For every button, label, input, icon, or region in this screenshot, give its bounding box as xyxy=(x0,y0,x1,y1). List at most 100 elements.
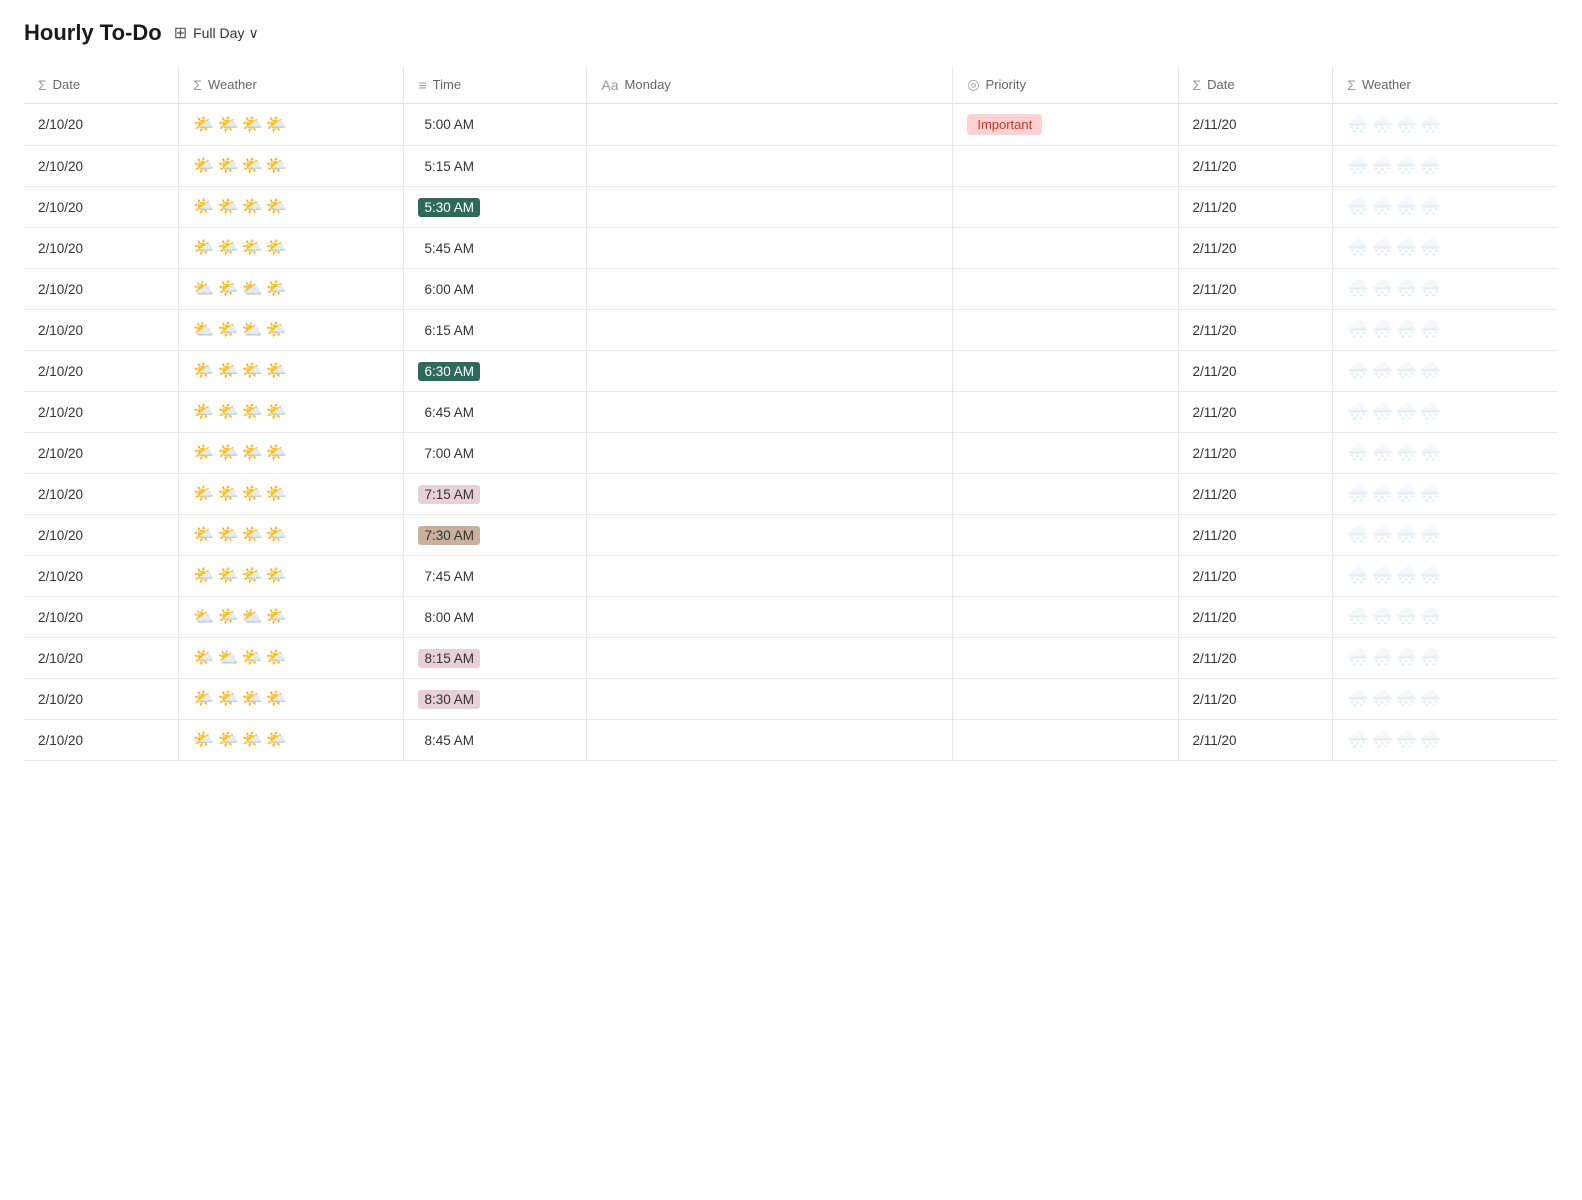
time-cell: 8:30 AM xyxy=(404,679,587,720)
weather1-cell: 🌤️🌤️🌤️🌤️ xyxy=(179,392,404,433)
monday-cell[interactable] xyxy=(587,433,953,474)
table-row[interactable]: 2/10/20⛅🌤️⛅🌤️8:00 AM2/11/20🌨️🌨️🌨️🌨️ xyxy=(24,597,1558,638)
date2-cell: 2/11/20 xyxy=(1178,187,1333,228)
date2-cell: 2/11/20 xyxy=(1178,556,1333,597)
table-row[interactable]: 2/10/20🌤️🌤️🌤️🌤️8:30 AM2/11/20🌨️🌨️🌨️🌨️ xyxy=(24,679,1558,720)
col-header-weather1[interactable]: Σ Weather xyxy=(179,66,404,104)
weather2-cell: 🌨️🌨️🌨️🌨️ xyxy=(1333,597,1558,638)
priority-cell xyxy=(953,351,1178,392)
priority-badge: Important xyxy=(967,114,1042,135)
page-title: Hourly To-Do xyxy=(24,20,162,46)
table-row[interactable]: 2/10/20🌤️🌤️🌤️🌤️7:00 AM2/11/20🌨️🌨️🌨️🌨️ xyxy=(24,433,1558,474)
table-row[interactable]: 2/10/20🌤️🌤️🌤️🌤️7:30 AM2/11/20🌨️🌨️🌨️🌨️ xyxy=(24,515,1558,556)
date1-cell: 2/10/20 xyxy=(24,146,179,187)
weather2-cell: 🌨️🌨️🌨️🌨️ xyxy=(1333,187,1558,228)
weather1-cell: 🌤️🌤️🌤️🌤️ xyxy=(179,474,404,515)
monday-cell[interactable] xyxy=(587,597,953,638)
view-controls: ⊞ Full Day ∨ xyxy=(174,23,259,43)
table-row[interactable]: 2/10/20🌤️🌤️🌤️🌤️5:15 AM2/11/20🌨️🌨️🌨️🌨️ xyxy=(24,146,1558,187)
date2-cell: 2/11/20 xyxy=(1178,269,1333,310)
time-cell: 6:15 AM xyxy=(404,310,587,351)
monday-cell[interactable] xyxy=(587,679,953,720)
priority-cell xyxy=(953,679,1178,720)
date1-cell: 2/10/20 xyxy=(24,269,179,310)
col-label-weather2: Weather xyxy=(1362,77,1411,92)
sigma-icon-1: Σ xyxy=(38,77,47,93)
date2-cell: 2/11/20 xyxy=(1178,597,1333,638)
table-row[interactable]: 2/10/20⛅🌤️⛅🌤️6:15 AM2/11/20🌨️🌨️🌨️🌨️ xyxy=(24,310,1558,351)
col-label-date2: Date xyxy=(1207,77,1234,92)
weather2-cell: 🌨️🌨️🌨️🌨️ xyxy=(1333,228,1558,269)
col-header-weather2[interactable]: Σ Weather xyxy=(1333,66,1558,104)
monday-cell[interactable] xyxy=(587,187,953,228)
table-row[interactable]: 2/10/20🌤️🌤️🌤️🌤️5:30 AM2/11/20🌨️🌨️🌨️🌨️ xyxy=(24,187,1558,228)
monday-cell[interactable] xyxy=(587,269,953,310)
table-row[interactable]: 2/10/20🌤️⛅🌤️🌤️8:15 AM2/11/20🌨️🌨️🌨️🌨️ xyxy=(24,638,1558,679)
weather1-cell: ⛅🌤️⛅🌤️ xyxy=(179,597,404,638)
date1-cell: 2/10/20 xyxy=(24,474,179,515)
date1-cell: 2/10/20 xyxy=(24,310,179,351)
date1-cell: 2/10/20 xyxy=(24,720,179,761)
monday-cell[interactable] xyxy=(587,392,953,433)
date1-cell: 2/10/20 xyxy=(24,104,179,146)
date2-cell: 2/11/20 xyxy=(1178,515,1333,556)
date2-cell: 2/11/20 xyxy=(1178,474,1333,515)
date1-cell: 2/10/20 xyxy=(24,351,179,392)
priority-cell xyxy=(953,556,1178,597)
table-row[interactable]: 2/10/20⛅🌤️⛅🌤️6:00 AM2/11/20🌨️🌨️🌨️🌨️ xyxy=(24,269,1558,310)
table-row[interactable]: 2/10/20🌤️🌤️🌤️🌤️7:15 AM2/11/20🌨️🌨️🌨️🌨️ xyxy=(24,474,1558,515)
date2-cell: 2/11/20 xyxy=(1178,720,1333,761)
col-header-date2[interactable]: Σ Date xyxy=(1178,66,1333,104)
weather1-cell: 🌤️🌤️🌤️🌤️ xyxy=(179,351,404,392)
time-cell: 8:00 AM xyxy=(404,597,587,638)
table-row[interactable]: 2/10/20🌤️🌤️🌤️🌤️5:00 AMImportant2/11/20🌨️… xyxy=(24,104,1558,146)
weather2-cell: 🌨️🌨️🌨️🌨️ xyxy=(1333,104,1558,146)
monday-cell[interactable] xyxy=(587,146,953,187)
view-label: Full Day xyxy=(193,25,244,41)
time-cell: 7:30 AM xyxy=(404,515,587,556)
table-row[interactable]: 2/10/20🌤️🌤️🌤️🌤️7:45 AM2/11/20🌨️🌨️🌨️🌨️ xyxy=(24,556,1558,597)
grid-icon: ⊞ xyxy=(174,23,187,43)
col-header-time[interactable]: ≡ Time xyxy=(404,66,587,104)
time-cell: 8:15 AM xyxy=(404,638,587,679)
monday-cell[interactable] xyxy=(587,638,953,679)
monday-cell[interactable] xyxy=(587,474,953,515)
col-header-priority[interactable]: ◎ Priority xyxy=(953,66,1178,104)
date1-cell: 2/10/20 xyxy=(24,187,179,228)
time-cell: 7:00 AM xyxy=(404,433,587,474)
time-cell: 5:00 AM xyxy=(404,104,587,146)
monday-cell[interactable] xyxy=(587,515,953,556)
monday-cell[interactable] xyxy=(587,351,953,392)
time-cell: 7:45 AM xyxy=(404,556,587,597)
sigma-icon-2: Σ xyxy=(193,77,202,93)
weather2-cell: 🌨️🌨️🌨️🌨️ xyxy=(1333,638,1558,679)
priority-cell xyxy=(953,720,1178,761)
weather1-cell: 🌤️🌤️🌤️🌤️ xyxy=(179,433,404,474)
col-header-date1[interactable]: Σ Date xyxy=(24,66,179,104)
date1-cell: 2/10/20 xyxy=(24,433,179,474)
table-row[interactable]: 2/10/20🌤️🌤️🌤️🌤️8:45 AM2/11/20🌨️🌨️🌨️🌨️ xyxy=(24,720,1558,761)
priority-cell xyxy=(953,310,1178,351)
date2-cell: 2/11/20 xyxy=(1178,433,1333,474)
text-icon: Aa xyxy=(601,77,618,93)
weather1-cell: 🌤️🌤️🌤️🌤️ xyxy=(179,556,404,597)
col-header-monday[interactable]: Aa Monday xyxy=(587,66,953,104)
chevron-down-icon: ∨ xyxy=(248,25,258,42)
monday-cell[interactable] xyxy=(587,104,953,146)
table-row[interactable]: 2/10/20🌤️🌤️🌤️🌤️6:45 AM2/11/20🌨️🌨️🌨️🌨️ xyxy=(24,392,1558,433)
table-row[interactable]: 2/10/20🌤️🌤️🌤️🌤️5:45 AM2/11/20🌨️🌨️🌨️🌨️ xyxy=(24,228,1558,269)
view-dropdown[interactable]: Full Day ∨ xyxy=(193,25,259,42)
table-row[interactable]: 2/10/20🌤️🌤️🌤️🌤️6:30 AM2/11/20🌨️🌨️🌨️🌨️ xyxy=(24,351,1558,392)
monday-cell[interactable] xyxy=(587,310,953,351)
monday-cell[interactable] xyxy=(587,720,953,761)
priority-cell xyxy=(953,597,1178,638)
weather1-cell: ⛅🌤️⛅🌤️ xyxy=(179,310,404,351)
monday-cell[interactable] xyxy=(587,228,953,269)
table-body: 2/10/20🌤️🌤️🌤️🌤️5:00 AMImportant2/11/20🌨️… xyxy=(24,104,1558,761)
monday-cell[interactable] xyxy=(587,556,953,597)
weather1-cell: 🌤️🌤️🌤️🌤️ xyxy=(179,679,404,720)
weather1-cell: 🌤️🌤️🌤️🌤️ xyxy=(179,515,404,556)
priority-cell xyxy=(953,515,1178,556)
priority-cell: Important xyxy=(953,104,1178,146)
time-cell: 5:45 AM xyxy=(404,228,587,269)
